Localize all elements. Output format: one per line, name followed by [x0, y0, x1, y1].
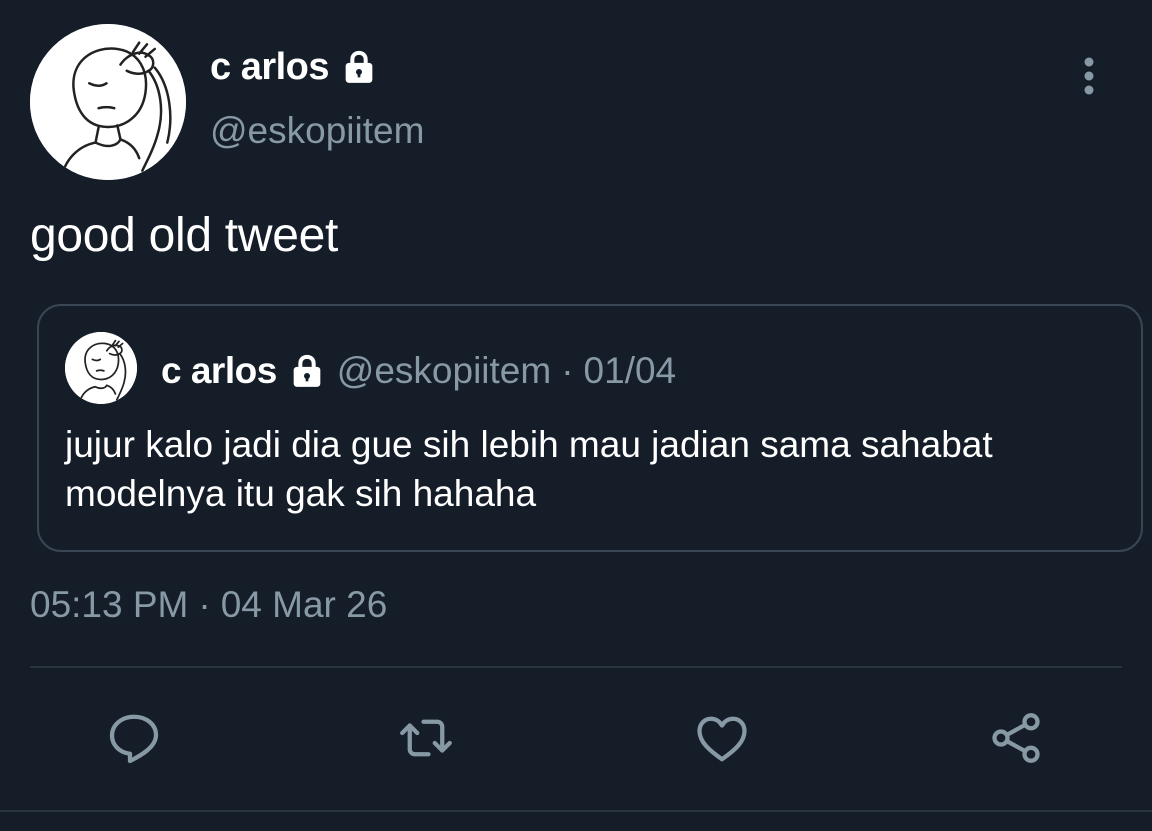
quoted-tweet-card[interactable]: c arlos @eskopiitem · 01/04 jujur kalo j…	[37, 304, 1143, 552]
author-avatar[interactable]	[30, 24, 186, 180]
share-icon	[992, 713, 1040, 763]
more-vertical-icon[interactable]	[1070, 52, 1108, 100]
quoted-author-avatar	[65, 332, 137, 404]
timestamp-separator: ·	[198, 584, 211, 625]
reply-icon	[109, 714, 159, 764]
heart-icon	[697, 716, 747, 762]
divider	[30, 666, 1122, 668]
quoted-author-name: c arlos	[161, 350, 277, 391]
lock-icon	[345, 50, 373, 83]
quoted-author-handle: @eskopiitem	[336, 350, 552, 391]
retweet-button[interactable]	[396, 708, 456, 768]
reply-button[interactable]	[104, 708, 164, 768]
tweet-detail: c arlos @eskopiitem good old tweet c arl…	[0, 0, 1152, 831]
quoted-tweet-text: jujur kalo jadi dia gue sih lebih mau ja…	[65, 424, 993, 514]
tweet-text: good old tweet	[30, 209, 339, 262]
author-name[interactable]: c arlos	[210, 46, 330, 89]
tweet-timestamp: 05:13 PM · 04 Mar 26	[30, 584, 387, 626]
facepalm-doodle-avatar-icon	[65, 332, 137, 404]
like-button[interactable]	[692, 708, 752, 768]
bottom-divider	[0, 810, 1152, 812]
quoted-separator: ·	[561, 350, 574, 391]
facepalm-doodle-avatar-icon	[30, 24, 186, 180]
quoted-tweet-header: c arlos @eskopiitem · 01/04	[161, 346, 676, 396]
lock-icon	[293, 354, 321, 387]
tweet-date: 04 Mar 26	[220, 584, 388, 625]
share-button[interactable]	[986, 708, 1046, 768]
tweet-time: 05:13 PM	[30, 584, 189, 625]
retweet-icon	[400, 719, 452, 757]
quoted-tweet-date: 01/04	[583, 350, 677, 391]
author-handle[interactable]: @eskopiitem	[210, 110, 424, 152]
author-name-row: c arlos	[210, 42, 379, 92]
